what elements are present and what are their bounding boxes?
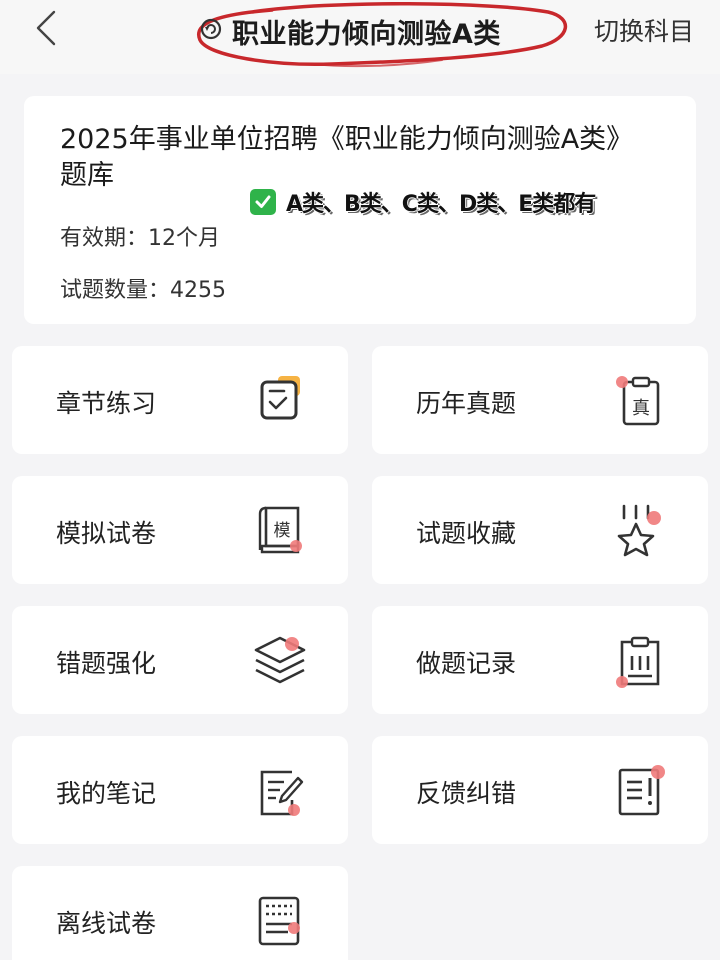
checkmark-icon [250,189,276,215]
star-favorite-icon [612,502,668,558]
svg-text:真: 真 [632,398,650,419]
tile-favorites[interactable]: 试题收藏 [372,476,708,584]
chevron-left-icon [36,10,56,46]
tile-mistake-review[interactable]: 错题强化 [12,606,348,714]
tile-label: 做题记录 [416,649,517,678]
tile-my-notes[interactable]: 我的笔记 [12,736,348,844]
offline-document-icon [252,892,308,948]
tile-label: 试题收藏 [416,519,517,548]
refresh-icon [200,18,222,40]
feedback-document-icon [612,762,668,818]
validity-period: 有效期：12个月 [60,226,220,251]
switch-subject-button[interactable]: 切换科目 [594,12,694,48]
question-bank-title: 2025年事业单位招聘《职业能力倾向测验A类》题库 [60,124,634,191]
question-count: 试题数量：4255 [60,278,226,303]
tile-label: 离线试卷 [56,909,157,938]
svg-text:模: 模 [274,521,291,541]
tile-label: 错题强化 [56,649,157,678]
tile-past-exams[interactable]: 历年真题 真 [372,346,708,454]
note-edit-icon [252,762,308,818]
chapter-check-icon [252,372,308,428]
past-exam-clipboard-icon: 真 [612,372,668,428]
back-button[interactable] [26,8,66,48]
page-title-group: 职业能力倾向测验A类 [192,2,568,68]
tile-label: 我的笔记 [56,779,157,808]
category-annotation: A类、B类、C类、D类、E类都有 [250,186,596,218]
layers-icon [252,632,308,688]
annotation-text: A类、B类、C类、D类、E类都有 [286,192,596,217]
record-clipboard-icon [612,632,668,688]
tile-offline-exam[interactable]: 离线试卷 [12,866,348,960]
tile-label: 模拟试卷 [56,519,157,548]
page-title: 职业能力倾向测验A类 [232,19,501,50]
tile-feedback[interactable]: 反馈纠错 [372,736,708,844]
question-bank-card: 2025年事业单位招聘《职业能力倾向测验A类》题库 A类、B类、C类、D类、E类… [24,96,696,324]
tile-label: 章节练习 [56,389,157,418]
tile-label: 反馈纠错 [416,779,517,808]
mock-exam-scroll-icon: 模 [252,502,308,558]
top-bar: 职业能力倾向测验A类 切换科目 [0,0,720,74]
tile-mock-exam[interactable]: 模拟试卷 模 [12,476,348,584]
tile-practice-history[interactable]: 做题记录 [372,606,708,714]
tile-chapter-practice[interactable]: 章节练习 [12,346,348,454]
tile-label: 历年真题 [416,389,517,418]
